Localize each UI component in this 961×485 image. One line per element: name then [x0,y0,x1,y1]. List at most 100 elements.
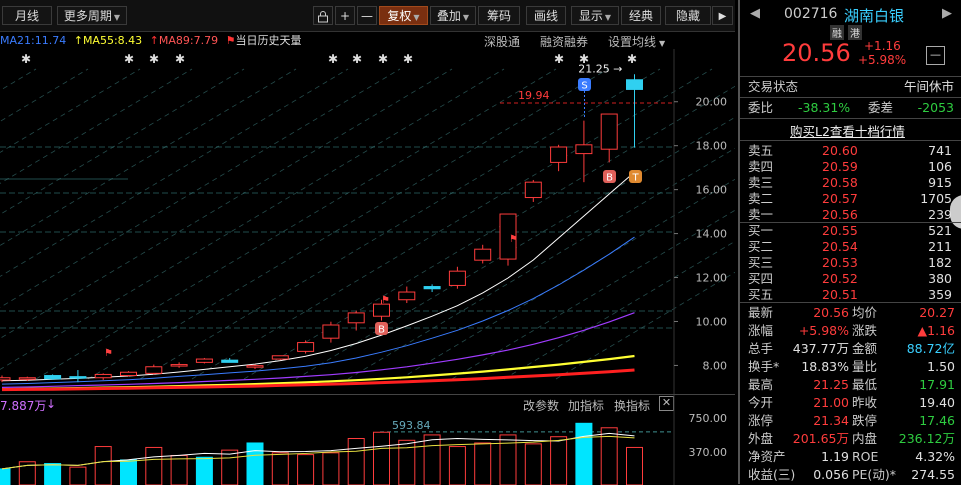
prev-stock-icon[interactable]: ◀ [750,6,760,21]
volume-bar[interactable] [322,452,340,485]
candle-body[interactable] [246,365,264,368]
order-book-row[interactable]: 买一 20.55 521 [748,223,958,239]
set-ma-link[interactable]: 设置均线 ▼ [608,33,665,50]
volume-bar[interactable] [195,456,213,485]
volume-bar[interactable] [575,422,593,485]
volume-bar[interactable] [524,443,542,485]
candle-body[interactable] [0,377,11,381]
candle-body[interactable] [524,181,542,199]
overlay-dropdown[interactable]: 叠加 ▼ [430,6,476,25]
chips-button[interactable]: 筹码 [478,6,520,25]
volume-bar[interactable] [474,442,492,485]
volume-bar[interactable] [271,452,289,485]
candle-body[interactable] [322,324,340,339]
order-book-row[interactable]: 卖一 20.56 239 [748,207,958,223]
candle-body[interactable] [170,364,188,367]
stat-value: 4.32% [915,449,955,464]
star-marker-icon[interactable]: ✱ [21,52,31,66]
star-marker-icon[interactable]: ✱ [352,52,362,66]
candle-body[interactable] [145,366,163,374]
candle-body[interactable] [297,342,315,352]
candle-body[interactable] [550,146,568,163]
volume-bar[interactable] [0,468,11,485]
candle-body[interactable] [626,79,643,90]
candle-body[interactable] [120,371,137,377]
star-marker-icon[interactable]: ✱ [554,52,564,66]
hide-button[interactable]: 隐藏 [665,6,711,25]
stat-label: 最高 [748,377,774,392]
volume-bar[interactable] [373,431,390,485]
volume-bar[interactable] [221,449,239,485]
star-marker-icon[interactable]: ✱ [378,52,388,66]
candle-body[interactable] [94,373,112,379]
order-level-label: 卖一 [748,207,774,222]
stat-value: 21.00 [813,395,849,410]
flag-icon[interactable]: ⚑ [104,348,113,359]
volume-bar[interactable] [423,434,441,485]
financing-link[interactable]: 融资融券 [540,33,588,50]
buy-marker-label: B [378,325,385,336]
volume-bar[interactable] [550,436,568,485]
volume-bar[interactable] [44,463,62,485]
collapse-quote-button[interactable]: — [926,46,945,65]
star-marker-icon[interactable]: ✱ [124,52,134,66]
star-marker-icon[interactable]: ✱ [149,52,159,66]
zoom-in-button[interactable]: + [335,6,355,25]
ma89-arrow-icon: ↑ [149,34,159,47]
collapse-button[interactable]: ▶ [712,6,733,25]
restore-rights-dropdown[interactable]: 复权 ▼ [379,6,428,25]
volume-bar[interactable] [120,459,137,485]
display-dropdown[interactable]: 显示 ▼ [571,6,619,25]
order-book-row[interactable]: 买二 20.54 211 [748,239,958,255]
flag-icon[interactable]: ⚑ [509,234,518,245]
order-book-row[interactable]: 卖三 20.58 915 [748,175,958,191]
overlay-label: 叠加 [436,9,461,23]
candle-body[interactable] [44,375,62,380]
buy-l2-link[interactable]: 购买L2查看十档行情 [790,121,905,140]
more-periods-dropdown[interactable]: 更多周期 ▼ [57,6,127,25]
draw-line-button[interactable]: 画线 [526,6,566,25]
order-book-row[interactable]: 买五 20.51 359 [748,287,958,303]
order-book-row[interactable]: 卖四 20.59 106 [748,159,958,175]
candle-body[interactable] [18,377,36,380]
candle-body[interactable] [600,113,618,150]
zoom-out-button[interactable]: — [357,6,377,25]
volume-bar[interactable] [145,446,163,485]
volume-bar[interactable] [69,466,87,485]
next-stock-icon[interactable]: ▶ [942,6,952,21]
candle-body[interactable] [347,312,365,324]
candle-body[interactable] [398,291,416,301]
volume-bar[interactable] [347,438,365,485]
order-book-row[interactable]: 卖二 20.57 1705 [748,191,958,207]
order-volume: 359 [928,287,952,302]
candle-body[interactable] [221,359,239,363]
star-marker-icon[interactable]: ✱ [403,52,413,66]
candlestick-chart[interactable]: 20.00 18.00 16.00 14.00 12.00 10.00 8.00 ✱ ✱ ✱ ✱ ✱ ✱… [0,49,735,394]
candle-body[interactable] [448,270,466,286]
monthly-button[interactable]: 月线 [2,6,52,25]
volume-bar[interactable] [297,454,315,485]
lock-button[interactable] [313,6,333,25]
volume-bar[interactable] [626,446,643,485]
volume-bar[interactable] [94,446,112,485]
candle-body[interactable] [423,286,441,290]
classic-button[interactable]: 经典 [621,6,661,25]
stat-label: 净资产 [748,449,786,464]
candle-body[interactable] [474,248,492,261]
volume-bar[interactable] [170,454,188,485]
star-marker-icon[interactable]: ✱ [627,52,637,66]
candle-body[interactable] [69,376,87,379]
flag-icon[interactable]: ⚑ [381,295,390,306]
deep-link[interactable]: 深股通 [484,33,520,50]
volume-bar[interactable] [246,442,264,485]
volume-bar[interactable] [448,446,466,485]
candle-body[interactable] [195,358,213,363]
order-book-row[interactable]: 卖五 20.60 741 [748,143,958,159]
star-marker-icon[interactable]: ✱ [175,52,185,66]
volume-chart[interactable]: 750.00 370.00 593.84 [0,395,735,485]
order-book-row[interactable]: 买四 20.52 380 [748,271,958,287]
candle-body[interactable] [575,144,593,155]
candle-body[interactable] [271,355,289,360]
order-book-row[interactable]: 买三 20.53 182 [748,255,958,271]
star-marker-icon[interactable]: ✱ [328,52,338,66]
